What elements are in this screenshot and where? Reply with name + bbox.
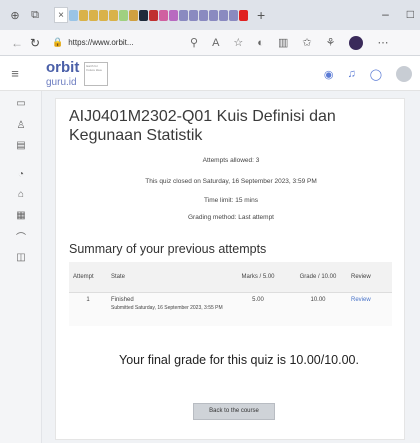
notification-icon[interactable]: ♫ xyxy=(347,68,355,80)
col-marks: Marks / 5.00 xyxy=(227,262,289,293)
summary-heading: Summary of your previous attempts xyxy=(69,242,267,256)
home-icon[interactable]: ⌂ xyxy=(14,187,28,201)
folder-icon[interactable]: ▭ xyxy=(14,96,28,110)
extension-icon[interactable]: ◐ xyxy=(257,37,264,49)
browser-tab[interactable] xyxy=(119,9,128,21)
minimize-icon[interactable]: – xyxy=(382,7,389,21)
favorites-bar-icon[interactable]: ✩ xyxy=(302,36,311,49)
zoom-icon[interactable]: ⚲ xyxy=(190,36,198,49)
browser-tab[interactable] xyxy=(219,9,228,21)
participants-icon[interactable]: ♙ xyxy=(14,118,28,132)
browser-tab[interactable] xyxy=(239,9,248,21)
back-icon[interactable]: ← xyxy=(8,36,26,50)
browser-tab[interactable] xyxy=(99,9,108,21)
left-rail: ▭ ♙ ▤ ◔ ⌂ ▦ ⌒ ◫ xyxy=(0,91,42,443)
logo-tagline-box: Earth for Future Idea xyxy=(84,61,109,86)
cell-attempt: 1 xyxy=(69,292,107,326)
user-avatar[interactable] xyxy=(396,66,412,82)
col-review: Review xyxy=(347,262,392,293)
cell-grade: 10.00 xyxy=(289,292,347,326)
browser-tab[interactable] xyxy=(199,9,208,21)
window-controls: – □ xyxy=(382,7,414,21)
quiz-title: AIJ0401M2302-Q01 Kuis Definisi dan Kegun… xyxy=(69,108,336,144)
browser-tab[interactable] xyxy=(229,9,238,21)
tab-actions-icon[interactable]: ⧉ xyxy=(28,8,42,22)
url-field[interactable]: 🔒 https://www.orbit... xyxy=(52,34,180,52)
time-limit: Time limit: 15 mins xyxy=(204,197,258,204)
browser-tab[interactable] xyxy=(79,9,88,21)
browser-tab-bar: ⊕ ⧉ × + – □ xyxy=(0,0,420,30)
table-row: 1 Finished Submitted Saturday, 16 Septem… xyxy=(69,292,392,326)
header-icons: ◉ ♫ ◯ xyxy=(324,66,412,82)
cell-state: Finished Submitted Saturday, 16 Septembe… xyxy=(107,292,227,326)
attempts-allowed: Attempts allowed: 3 xyxy=(202,157,260,164)
collections-icon[interactable]: ⚘ xyxy=(326,36,336,49)
browser-tab[interactable] xyxy=(69,9,78,21)
col-state: State xyxy=(107,262,227,293)
files-icon[interactable]: ◫ xyxy=(14,250,28,264)
submitted-text: Submitted Saturday, 16 September 2023, 3… xyxy=(111,304,223,311)
logo-main: orbit xyxy=(46,59,80,76)
menu-icon[interactable]: ≡ xyxy=(0,66,30,81)
site-logo[interactable]: orbit guru.id Earth for Future Idea xyxy=(46,59,109,88)
new-tab-button[interactable]: + xyxy=(257,7,265,23)
refresh-icon[interactable]: ↻ xyxy=(26,36,44,50)
workspaces-icon[interactable]: ⊕ xyxy=(8,8,22,22)
globe-icon[interactable]: ◉ xyxy=(324,68,334,81)
browser-tab[interactable] xyxy=(139,9,148,21)
state-text: Finished xyxy=(111,296,134,303)
profile-avatar[interactable] xyxy=(349,35,364,50)
url-text: https://www.orbit... xyxy=(68,38,134,47)
cell-marks: 5.00 xyxy=(227,292,289,326)
more-icon[interactable]: ⋯ xyxy=(377,36,388,49)
address-bar-icons: ⚲ A ☆ ◐ ▥ ✩ ⚘ ⋯ xyxy=(190,35,388,50)
browser-tab[interactable] xyxy=(189,9,198,21)
browser-tab[interactable] xyxy=(169,9,178,21)
read-aloud-icon[interactable]: A xyxy=(212,37,219,49)
graduation-icon[interactable]: ⌒ xyxy=(14,229,28,244)
browser-tab[interactable] xyxy=(149,9,158,21)
messages-icon[interactable]: ◯ xyxy=(370,68,382,81)
address-bar: ← ↻ 🔒 https://www.orbit... ⚲ A ☆ ◐ ▥ ✩ ⚘… xyxy=(0,30,420,56)
final-grade: Your final grade for this quiz is 10.00/… xyxy=(119,353,359,367)
dashboard-icon[interactable]: ◔ xyxy=(14,167,28,181)
browser-tab[interactable] xyxy=(159,9,168,21)
col-attempt: Attempt xyxy=(69,262,107,293)
browser-tab[interactable] xyxy=(209,9,218,21)
quiz-card: AIJ0401M2302-Q01 Kuis Definisi dan Kegun… xyxy=(55,98,405,440)
site-header: ≡ orbit guru.id Earth for Future Idea ◉ … xyxy=(0,57,420,91)
review-link[interactable]: Review xyxy=(347,292,392,326)
calendar-icon[interactable]: ▦ xyxy=(14,208,28,222)
grades-icon[interactable]: ▤ xyxy=(14,138,28,152)
tab-strip: × xyxy=(54,6,249,24)
favorite-icon[interactable]: ☆ xyxy=(233,36,243,49)
browser-tab[interactable] xyxy=(129,9,138,21)
back-to-course-button[interactable]: Back to the course xyxy=(193,403,275,420)
lock-icon: 🔒 xyxy=(52,37,64,47)
maximize-icon[interactable]: □ xyxy=(407,7,414,21)
grading-method: Grading method: Last attempt xyxy=(188,214,274,221)
split-screen-icon[interactable]: ▥ xyxy=(278,36,288,49)
table-header-row: Attempt State Marks / 5.00 Grade / 10.00… xyxy=(69,262,392,293)
col-grade: Grade / 10.00 xyxy=(289,262,347,293)
attempts-table: Attempt State Marks / 5.00 Grade / 10.00… xyxy=(69,262,392,326)
browser-tab[interactable] xyxy=(109,9,118,21)
browser-tab[interactable] xyxy=(179,9,188,21)
logo-sub: guru.id xyxy=(46,77,77,88)
close-tab-icon[interactable]: × xyxy=(54,7,68,23)
browser-tab[interactable] xyxy=(89,9,98,21)
closed-on: This quiz closed on Saturday, 16 Septemb… xyxy=(145,178,317,185)
